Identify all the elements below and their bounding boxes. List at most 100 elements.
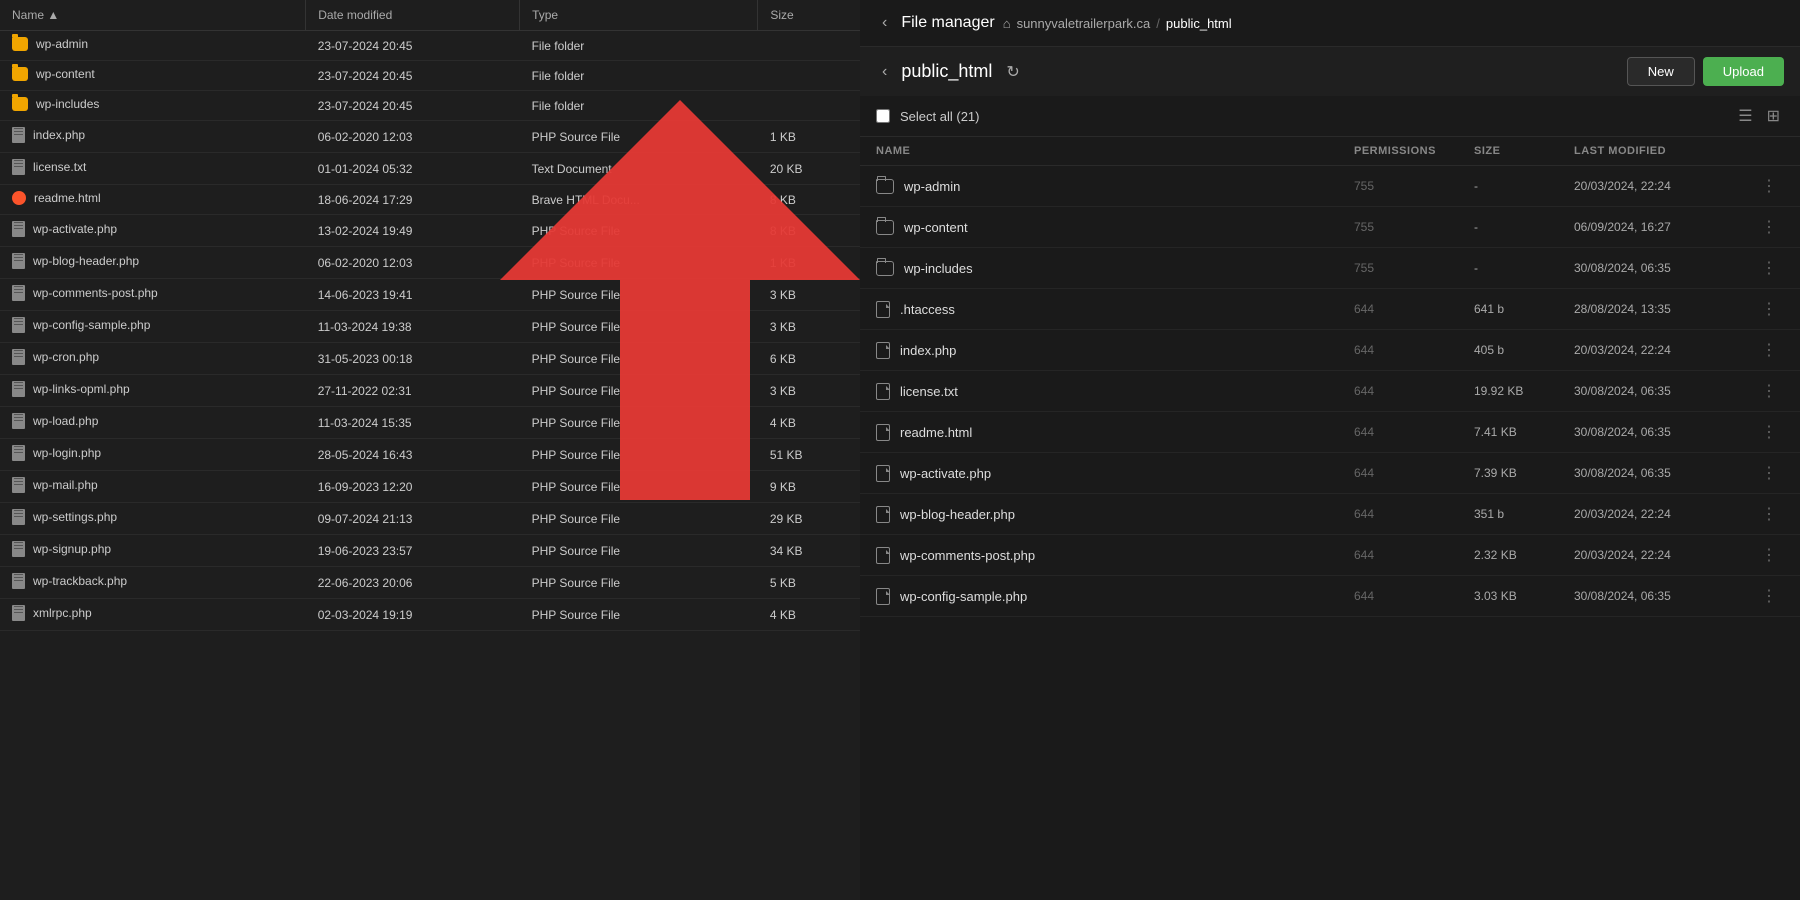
- table-row[interactable]: wp-links-opml.php 27-11-2022 02:31 PHP S…: [0, 375, 860, 407]
- table-row[interactable]: wp-content 23-07-2024 20:45 File folder: [0, 61, 860, 91]
- nav-back-button[interactable]: ‹: [876, 12, 893, 34]
- table-row[interactable]: wp-cron.php 31-05-2023 00:18 PHP Source …: [0, 343, 860, 375]
- file-size: 9 KB: [758, 471, 860, 503]
- col-type[interactable]: Type: [520, 0, 758, 31]
- list-view-button[interactable]: ☰: [1734, 104, 1756, 128]
- file-menu-button[interactable]: ⋮: [1754, 504, 1784, 524]
- list-item[interactable]: wp-comments-post.php 644 2.32 KB 20/03/2…: [860, 535, 1800, 576]
- table-row[interactable]: wp-config-sample.php 11-03-2024 19:38 PH…: [0, 311, 860, 343]
- file-permissions: 644: [1354, 507, 1474, 521]
- table-row[interactable]: wp-load.php 11-03-2024 15:35 PHP Source …: [0, 407, 860, 439]
- table-row[interactable]: readme.html 18-06-2024 17:29 Brave HTML …: [0, 185, 860, 215]
- file-icon-sm: [876, 588, 890, 605]
- file-name: wp-blog-header.php: [33, 254, 139, 268]
- file-icon-sm: [876, 301, 890, 318]
- folder-title: public_html: [901, 61, 992, 82]
- col-permissions-header[interactable]: PERMISSIONS: [1354, 145, 1474, 157]
- col-modified-header[interactable]: LAST MODIFIED: [1574, 145, 1754, 157]
- file-icon-sm: [876, 383, 890, 400]
- file-name: wp-config-sample.php: [900, 589, 1027, 604]
- table-row[interactable]: license.txt 01-01-2024 05:32 Text Docume…: [0, 153, 860, 185]
- file-icon: [12, 477, 25, 493]
- list-item[interactable]: license.txt 644 19.92 KB 30/08/2024, 06:…: [860, 371, 1800, 412]
- file-menu-button[interactable]: ⋮: [1754, 176, 1784, 196]
- table-row[interactable]: index.php 06-02-2020 12:03 PHP Source Fi…: [0, 121, 860, 153]
- select-all-bar: Select all (21) ☰ ⊞: [860, 96, 1800, 137]
- home-icon: ⌂: [1003, 16, 1011, 31]
- table-row[interactable]: wp-settings.php 09-07-2024 21:13 PHP Sou…: [0, 503, 860, 535]
- file-type: Brave HTML Docu...: [520, 185, 758, 215]
- col-size-header[interactable]: SIZE: [1474, 145, 1574, 157]
- file-name: wp-load.php: [33, 414, 98, 428]
- file-icon-sm: [876, 506, 890, 523]
- table-row[interactable]: wp-signup.php 19-06-2023 23:57 PHP Sourc…: [0, 535, 860, 567]
- file-date: 06-02-2020 12:03: [306, 121, 520, 153]
- file-name: index.php: [33, 128, 85, 142]
- file-name: wp-includes: [36, 97, 99, 111]
- list-item[interactable]: index.php 644 405 b 20/03/2024, 22:24 ⋮: [860, 330, 1800, 371]
- table-row[interactable]: wp-admin 23-07-2024 20:45 File folder: [0, 31, 860, 61]
- file-date: 01-01-2024 05:32: [306, 153, 520, 185]
- list-item[interactable]: .htaccess 644 641 b 28/08/2024, 13:35 ⋮: [860, 289, 1800, 330]
- file-date: 14-06-2023 19:41: [306, 279, 520, 311]
- table-row[interactable]: wp-mail.php 16-09-2023 12:20 PHP Source …: [0, 471, 860, 503]
- file-menu-button[interactable]: ⋮: [1754, 299, 1784, 319]
- brave-icon: [12, 191, 26, 205]
- file-menu-button[interactable]: ⋮: [1754, 217, 1784, 237]
- table-row[interactable]: wp-includes 23-07-2024 20:45 File folder: [0, 91, 860, 121]
- list-item[interactable]: wp-config-sample.php 644 3.03 KB 30/08/2…: [860, 576, 1800, 617]
- select-all-checkbox[interactable]: [876, 109, 890, 123]
- list-item[interactable]: wp-content 755 - 06/09/2024, 16:27 ⋮: [860, 207, 1800, 248]
- breadcrumb-domain[interactable]: sunnyvaletrailerpark.ca: [1017, 16, 1151, 31]
- file-menu-button[interactable]: ⋮: [1754, 258, 1784, 278]
- toolbar: ‹ public_html ↻ New Upload: [860, 47, 1800, 96]
- file-list-header: NAME PERMISSIONS SIZE LAST MODIFIED: [860, 137, 1800, 166]
- file-name: wp-content: [904, 220, 968, 235]
- list-item[interactable]: wp-activate.php 644 7.39 KB 30/08/2024, …: [860, 453, 1800, 494]
- file-menu-button[interactable]: ⋮: [1754, 422, 1784, 442]
- table-row[interactable]: wp-blog-header.php 06-02-2020 12:03 PHP …: [0, 247, 860, 279]
- file-permissions: 644: [1354, 343, 1474, 357]
- file-icon: [12, 253, 25, 269]
- file-type: PHP Source File: [520, 439, 758, 471]
- file-icon: [12, 573, 25, 589]
- file-permissions: 644: [1354, 589, 1474, 603]
- col-name-header[interactable]: NAME: [876, 145, 1354, 157]
- file-name-cell: wp-admin: [876, 179, 1354, 194]
- table-row[interactable]: wp-activate.php 13-02-2024 19:49 PHP Sou…: [0, 215, 860, 247]
- table-row[interactable]: wp-login.php 28-05-2024 16:43 PHP Source…: [0, 439, 860, 471]
- grid-view-button[interactable]: ⊞: [1763, 104, 1784, 128]
- new-button[interactable]: New: [1627, 57, 1695, 86]
- upload-button[interactable]: Upload: [1703, 57, 1784, 86]
- file-name: wp-mail.php: [33, 478, 98, 492]
- file-type: PHP Source File: [520, 121, 758, 153]
- refresh-button[interactable]: ↻: [1000, 60, 1025, 84]
- file-list: wp-admin 755 - 20/03/2024, 22:24 ⋮ wp-co…: [860, 166, 1800, 900]
- table-row[interactable]: wp-trackback.php 22-06-2023 20:06 PHP So…: [0, 567, 860, 599]
- file-name: license.txt: [900, 384, 958, 399]
- file-menu-button[interactable]: ⋮: [1754, 381, 1784, 401]
- col-size[interactable]: Size: [758, 0, 860, 31]
- file-modified: 20/03/2024, 22:24: [1574, 548, 1754, 562]
- list-item[interactable]: wp-admin 755 - 20/03/2024, 22:24 ⋮: [860, 166, 1800, 207]
- col-date[interactable]: Date modified: [306, 0, 520, 31]
- file-size: 20 KB: [758, 153, 860, 185]
- table-row[interactable]: xmlrpc.php 02-03-2024 19:19 PHP Source F…: [0, 599, 860, 631]
- col-name[interactable]: Name ▲: [0, 0, 306, 31]
- file-menu-button[interactable]: ⋮: [1754, 463, 1784, 483]
- list-item[interactable]: readme.html 644 7.41 KB 30/08/2024, 06:3…: [860, 412, 1800, 453]
- file-name: wp-content: [36, 67, 95, 81]
- table-row[interactable]: wp-comments-post.php 14-06-2023 19:41 PH…: [0, 279, 860, 311]
- file-name: wp-comments-post.php: [33, 286, 158, 300]
- list-item[interactable]: wp-blog-header.php 644 351 b 20/03/2024,…: [860, 494, 1800, 535]
- file-date: 23-07-2024 20:45: [306, 61, 520, 91]
- list-item[interactable]: wp-includes 755 - 30/08/2024, 06:35 ⋮: [860, 248, 1800, 289]
- file-menu-button[interactable]: ⋮: [1754, 586, 1784, 606]
- folder-back-button[interactable]: ‹: [876, 61, 893, 83]
- file-date: 11-03-2024 15:35: [306, 407, 520, 439]
- breadcrumb: ⌂ sunnyvaletrailerpark.ca / public_html: [1003, 16, 1232, 31]
- toolbar-right: New Upload: [1627, 57, 1784, 86]
- file-menu-button[interactable]: ⋮: [1754, 545, 1784, 565]
- file-menu-button[interactable]: ⋮: [1754, 340, 1784, 360]
- file-size: [758, 31, 860, 61]
